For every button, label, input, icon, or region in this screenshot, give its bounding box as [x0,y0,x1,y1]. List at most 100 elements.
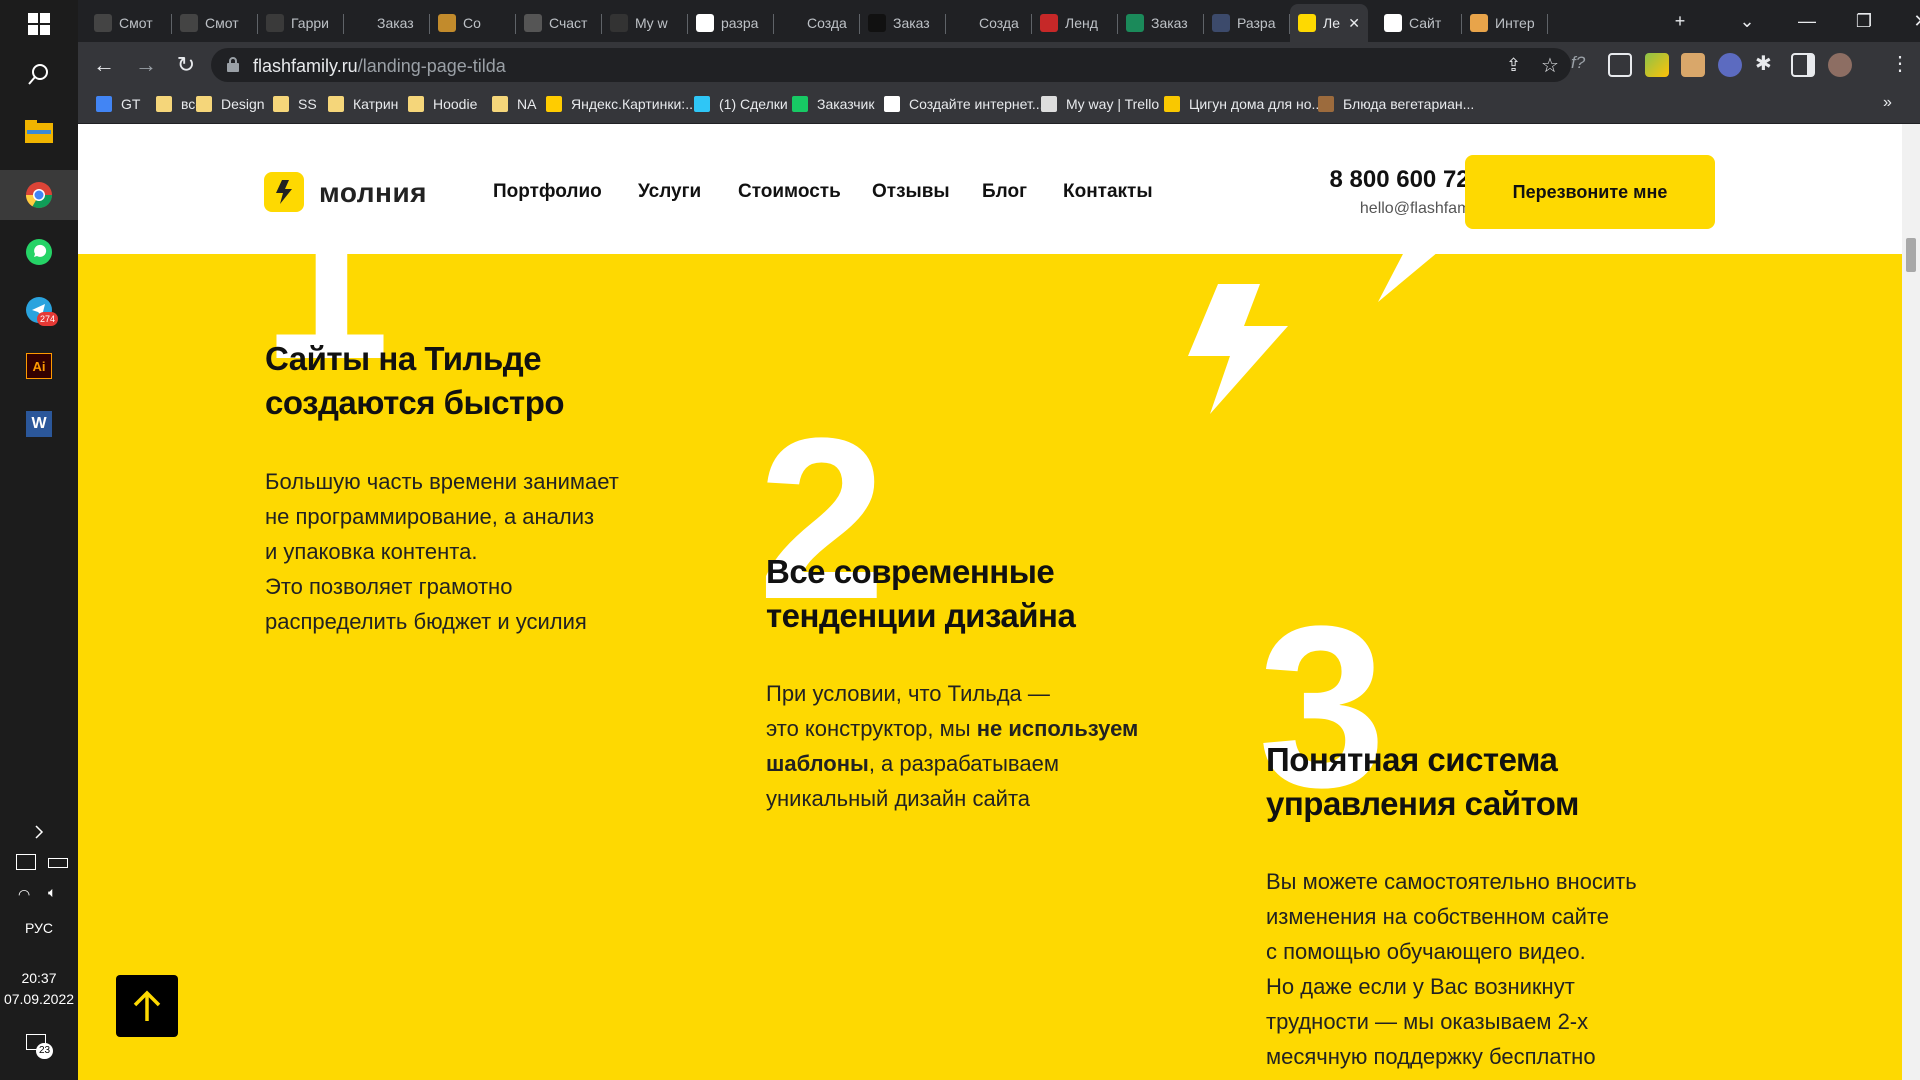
bookmark-item[interactable]: Hoodie [408,96,477,112]
bitrix24-icon [694,96,710,112]
trello-icon [610,14,628,32]
windows-start-icon[interactable] [19,4,59,44]
nav-services[interactable]: Услуги [638,181,701,203]
illustrator-icon[interactable]: Ai [19,346,59,386]
nav-contacts[interactable]: Контакты [1063,181,1153,203]
browser-tab[interactable]: My w [602,4,688,42]
vpn-extension-icon[interactable] [1718,53,1742,77]
box-extension-icon[interactable] [1681,53,1705,77]
bookmark-item[interactable]: Яндекс.Картинки:... [546,96,697,112]
bookmark-label: Hoodie [433,96,478,112]
file-explorer-icon[interactable] [19,112,59,152]
address-bar[interactable]: flashfamily.ru/landing-page-tilda ⇪ ☆ [211,48,1571,82]
minimize-icon[interactable]: — [1778,0,1836,42]
side-panel-icon[interactable] [1791,53,1815,77]
browser-tab[interactable]: Заказ [860,4,946,42]
browser-tab[interactable]: Заказ [1118,4,1204,42]
browser-tab[interactable]: Ленд [1032,4,1118,42]
menu-kebab-icon[interactable]: ⋮ [1890,51,1910,76]
bookmark-star-icon[interactable]: ☆ [1541,53,1559,78]
tab-label: Счаст [549,15,588,31]
bookmark-item[interactable]: Создайте интернет... [884,96,1044,112]
browser-tab[interactable]: Ле ✕ [1290,4,1368,42]
extensions-puzzle-icon[interactable]: ✱ [1755,51,1772,76]
new-tab-icon[interactable]: + [1665,0,1695,42]
feature-2-body: При условии, что Тильда — это конструкто… [766,676,1138,816]
restore-icon[interactable]: ❐ [1835,0,1893,42]
monitor-icon[interactable] [16,854,36,870]
browser-tab[interactable]: Созда [774,4,860,42]
feature-2-title-line: тенденции дизайна [766,597,1076,634]
bookmark-item[interactable]: GT [96,96,140,112]
browser-tab[interactable]: Смот [86,4,172,42]
formula-extension-icon[interactable]: f? [1571,53,1585,73]
site-logo[interactable]: молния [319,177,427,209]
clock-date[interactable]: 07.09.2022 [0,991,78,1007]
language-indicator[interactable]: РУС [0,920,78,936]
scroll-to-top-button[interactable] [116,975,178,1037]
bookmarks-overflow-icon[interactable]: » [1883,94,1892,112]
clock-time[interactable]: 20:37 [0,970,78,986]
feature-1-body-line: Это позволяет грамотно [265,574,513,599]
avatar[interactable] [1828,53,1852,77]
browser-tab[interactable]: Гарри [258,4,344,42]
reload-icon[interactable]: ↻ [170,49,202,81]
board-icon [524,14,542,32]
browser-tab[interactable]: Заказ [344,4,430,42]
browser-tab[interactable]: Co [430,4,516,42]
e-icon [1164,96,1180,112]
feature-2-body-bold: шаблоны [766,751,869,776]
url-text[interactable]: flashfamily.ru/landing-page-tilda [253,56,506,77]
browser-tab[interactable]: Счаст [516,4,602,42]
bookmark-item[interactable]: My way | Trello [1041,96,1159,112]
browser-tab[interactable]: Смот [172,4,258,42]
nav-blog[interactable]: Блог [982,181,1027,203]
chevron-right-icon[interactable] [19,812,59,852]
browser-tab[interactable]: разра [688,4,774,42]
back-icon[interactable]: ← [88,49,120,81]
close-tab-icon[interactable]: ✕ [1348,15,1360,32]
pen-extension-icon[interactable] [1645,53,1669,77]
forward-icon[interactable]: → [130,49,162,81]
lock-icon[interactable] [227,57,239,72]
battery-icon[interactable] [48,858,68,868]
tab-label: Ленд [1065,15,1098,31]
close-window-icon[interactable]: ✕ [1892,0,1920,42]
folder-icon [196,96,212,112]
browser-tab[interactable]: Разра [1204,4,1290,42]
whatsapp-icon[interactable] [19,232,59,272]
bookmark-item[interactable]: Цигун дома для но... [1164,96,1323,112]
tab-label: Разра [1237,15,1276,31]
telegram-icon[interactable]: 274 [19,290,59,330]
tab-label: Смот [119,15,153,31]
tab-search-icon[interactable]: ⌄ [1718,0,1776,42]
share-icon[interactable]: ⇪ [1506,55,1521,76]
bookmark-item[interactable]: NA [492,96,536,112]
bookmark-item[interactable]: Design [196,96,265,112]
nav-portfolio[interactable]: Портфолио [493,181,602,203]
windows-taskbar: 274 Ai W ◠ 🔈︎ РУС 20:37 07.09.2022 23 [0,0,78,1080]
nav-pricing[interactable]: Стоимость [738,181,841,203]
bookmark-item[interactable]: (1) Сделки [694,96,788,112]
page-scrollbar[interactable] [1902,124,1920,1080]
bookmark-label: My way | Trello [1066,96,1160,112]
browser-tab[interactable]: Созда [946,4,1032,42]
gmail-icon [1384,14,1402,32]
callback-button[interactable]: Перезвоните мне [1465,155,1715,229]
word-icon[interactable]: W [19,404,59,444]
scrollbar-thumb[interactable] [1906,238,1916,272]
browser-tab[interactable]: Интер [1462,4,1548,42]
bookmark-item[interactable]: Блюда вегетариан... [1318,96,1474,112]
bookmark-item[interactable]: Катрин [328,96,398,112]
bookmark-item[interactable]: SS [273,96,317,112]
search-icon[interactable] [19,54,59,94]
browser-tab[interactable]: Сайт [1376,4,1462,42]
chrome-icon[interactable] [19,175,59,215]
nav-reviews[interactable]: Отзывы [872,181,950,203]
reader-extension-icon[interactable] [1608,53,1632,77]
bookmark-item[interactable]: Заказчик [792,96,875,112]
translate-icon [96,96,112,112]
lightning-logo-icon[interactable] [264,172,304,212]
wifi-icon[interactable]: ◠ [18,886,30,903]
volume-icon[interactable]: 🔈︎ [48,884,56,901]
